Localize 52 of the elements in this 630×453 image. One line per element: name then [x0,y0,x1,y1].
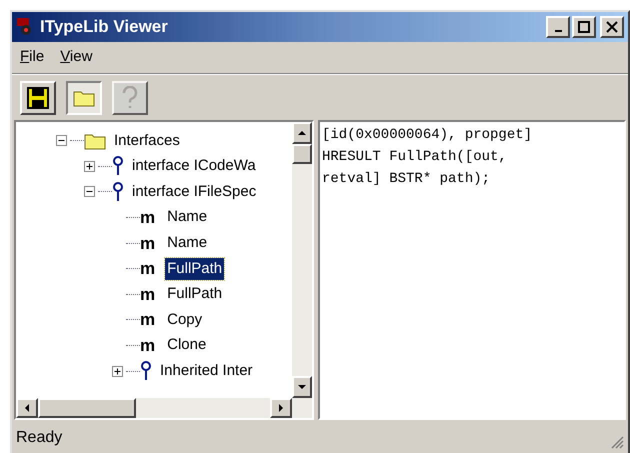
pin-icon [112,156,124,176]
maximize-icon [578,21,590,33]
expand-icon[interactable] [84,160,95,172]
minimize-icon [554,30,562,32]
resize-grip-icon [610,435,624,449]
pin-icon [140,361,152,382]
right-arrow-icon [279,404,283,412]
expand-icon[interactable] [112,366,123,377]
method-icon: m [140,286,156,303]
folder-icon [84,132,106,150]
menu-item[interactable]: View [60,46,92,69]
scroll-down-button[interactable] [292,376,312,398]
scroll-right-button[interactable] [270,398,292,418]
method-icon: m [140,260,156,278]
collapse-icon[interactable] [56,135,67,146]
vertical-scrollbar[interactable] [292,122,312,398]
tree-item[interactable]: Copy [165,308,204,332]
menu-item[interactable]: File [20,46,44,69]
close-button[interactable] [600,16,624,38]
minimize-button[interactable] [546,16,570,38]
code-line: retval] BSTR* path); [322,170,492,189]
close-icon [606,21,618,33]
tree-item[interactable]: FullPath [165,258,224,280]
tree-item[interactable]: Name [165,206,210,229]
down-arrow-icon [298,385,306,389]
horizontal-scrollbar[interactable] [16,398,312,418]
collapse-icon[interactable] [84,186,95,198]
scroll-left-button[interactable] [16,398,38,418]
maximize-button[interactable] [572,16,596,38]
tree-item[interactable]: FullPath [165,283,224,306]
tree-item[interactable]: interface ICodeWa [130,155,258,178]
up-arrow-icon [298,131,306,135]
scroll-up-button[interactable] [292,122,312,144]
status-text: Ready [16,428,62,448]
tree-item[interactable]: Inherited Inter [158,360,255,382]
code-line: HRESULT FullPath([out, [322,148,508,167]
window-title: ITypeLib Viewer [40,16,168,38]
tree-item[interactable]: Clone [165,334,208,357]
scroll-thumb[interactable] [38,398,136,418]
left-arrow-icon [25,404,29,412]
pin-icon [112,182,124,202]
method-icon: m [140,337,156,354]
method-icon: m [140,311,156,328]
help-icon [121,86,139,110]
tree-item[interactable]: interface IFileSpec [130,180,258,204]
tree-item[interactable]: Interfaces [112,130,182,152]
code-line: [id(0x00000064), propget] [322,126,534,145]
tree-item[interactable]: Name [165,232,210,254]
folder-icon [73,88,95,106]
method-icon: m [140,209,156,226]
scroll-thumb[interactable] [292,144,312,164]
method-icon: m [140,234,156,252]
